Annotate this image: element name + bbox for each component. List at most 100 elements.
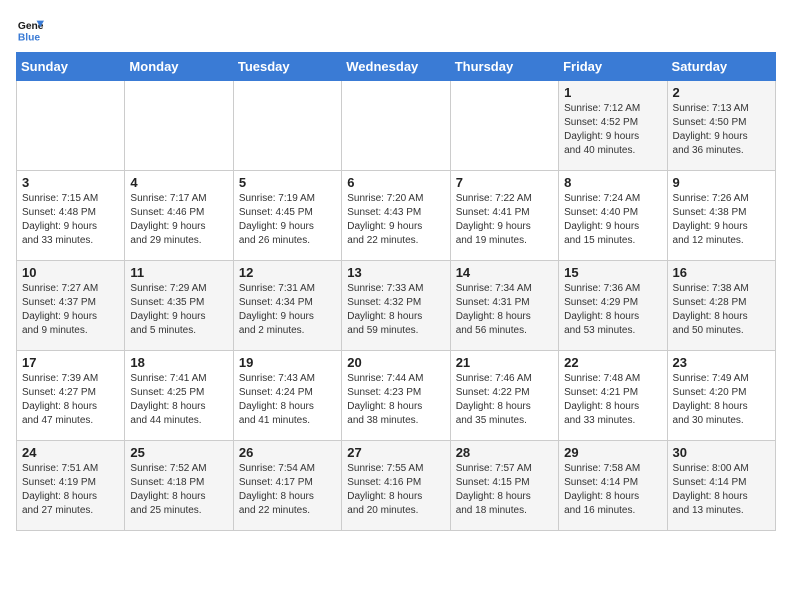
day-cell: 19 Sunrise: 7:43 AM Sunset: 4:24 PM Dayli…	[233, 351, 341, 441]
day-info: Sunrise: 7:34 AM Sunset: 4:31 PM Dayligh…	[456, 282, 553, 338]
day-cell: 27 Sunrise: 7:55 AM Sunset: 4:16 PM Dayli…	[342, 441, 450, 531]
day-info: Sunrise: 7:29 AM Sunset: 4:35 PM Dayligh…	[130, 282, 227, 338]
week-row-5: 24Sunrise: 7:51 AM Sunset: 4:19 PM Dayli…	[17, 441, 776, 531]
logo: General Blue	[16, 16, 48, 44]
calendar-table: SundayMondayTuesdayWednesdayThursdayFrid…	[16, 52, 776, 531]
day-info: Sunrise: 7:13 AM Sunset: 4:50 PM Dayligh…	[673, 102, 770, 158]
day-cell: 2 Sunrise: 7:13 AM Sunset: 4:50 PM Daylig…	[667, 81, 775, 171]
day-cell: 24Sunrise: 7:51 AM Sunset: 4:19 PM Dayli…	[17, 441, 125, 531]
day-cell: 4 Sunrise: 7:17 AM Sunset: 4:46 PM Daylig…	[125, 171, 233, 261]
day-number: 16	[673, 265, 770, 280]
day-cell: 20Sunrise: 7:44 AM Sunset: 4:23 PM Dayli…	[342, 351, 450, 441]
header-cell-monday: Monday	[125, 53, 233, 81]
day-number: 8	[564, 175, 661, 190]
day-info: Sunrise: 7:43 AM Sunset: 4:24 PM Dayligh…	[239, 372, 336, 428]
day-info: Sunrise: 7:12 AM Sunset: 4:52 PM Dayligh…	[564, 102, 661, 158]
day-info: Sunrise: 7:48 AM Sunset: 4:21 PM Dayligh…	[564, 372, 661, 428]
svg-text:Blue: Blue	[18, 32, 41, 43]
day-cell: 18 Sunrise: 7:41 AM Sunset: 4:25 PM Dayli…	[125, 351, 233, 441]
day-cell: 3 Sunrise: 7:15 AM Sunset: 4:48 PM Daylig…	[17, 171, 125, 261]
day-info: Sunrise: 7:41 AM Sunset: 4:25 PM Dayligh…	[130, 372, 227, 428]
day-cell: 23 Sunrise: 7:49 AM Sunset: 4:20 PM Dayli…	[667, 351, 775, 441]
day-cell	[450, 81, 558, 171]
day-number: 18	[130, 355, 227, 370]
day-number: 15	[564, 265, 661, 280]
day-number: 9	[673, 175, 770, 190]
day-info: Sunrise: 7:26 AM Sunset: 4:38 PM Dayligh…	[673, 192, 770, 248]
day-number: 25	[130, 445, 227, 460]
day-info: Sunrise: 7:54 AM Sunset: 4:17 PM Dayligh…	[239, 462, 336, 518]
header-cell-friday: Friday	[559, 53, 667, 81]
day-number: 22	[564, 355, 661, 370]
day-cell: 30Sunrise: 8:00 AM Sunset: 4:14 PM Dayli…	[667, 441, 775, 531]
day-cell: 22 Sunrise: 7:48 AM Sunset: 4:21 PM Dayli…	[559, 351, 667, 441]
day-cell: 29 Sunrise: 7:58 AM Sunset: 4:14 PM Dayli…	[559, 441, 667, 531]
day-cell: 13 Sunrise: 7:33 AM Sunset: 4:32 PM Dayli…	[342, 261, 450, 351]
day-info: Sunrise: 7:46 AM Sunset: 4:22 PM Dayligh…	[456, 372, 553, 428]
day-cell: 7Sunrise: 7:22 AM Sunset: 4:41 PM Daylig…	[450, 171, 558, 261]
day-number: 4	[130, 175, 227, 190]
day-cell: 28Sunrise: 7:57 AM Sunset: 4:15 PM Dayli…	[450, 441, 558, 531]
day-number: 14	[456, 265, 553, 280]
day-info: Sunrise: 7:31 AM Sunset: 4:34 PM Dayligh…	[239, 282, 336, 338]
day-cell: 21Sunrise: 7:46 AM Sunset: 4:22 PM Dayli…	[450, 351, 558, 441]
day-cell	[17, 81, 125, 171]
page-header: General Blue	[16, 16, 776, 44]
day-info: Sunrise: 7:57 AM Sunset: 4:15 PM Dayligh…	[456, 462, 553, 518]
day-number: 11	[130, 265, 227, 280]
header-cell-sunday: Sunday	[17, 53, 125, 81]
day-info: Sunrise: 7:15 AM Sunset: 4:48 PM Dayligh…	[22, 192, 119, 248]
day-number: 17	[22, 355, 119, 370]
day-cell: 5 Sunrise: 7:19 AM Sunset: 4:45 PM Daylig…	[233, 171, 341, 261]
day-info: Sunrise: 7:22 AM Sunset: 4:41 PM Dayligh…	[456, 192, 553, 248]
day-number: 23	[673, 355, 770, 370]
day-number: 27	[347, 445, 444, 460]
day-cell: 9 Sunrise: 7:26 AM Sunset: 4:38 PM Daylig…	[667, 171, 775, 261]
week-row-3: 10 Sunrise: 7:27 AM Sunset: 4:37 PM Dayli…	[17, 261, 776, 351]
day-info: Sunrise: 7:33 AM Sunset: 4:32 PM Dayligh…	[347, 282, 444, 338]
day-cell: 15Sunrise: 7:36 AM Sunset: 4:29 PM Dayli…	[559, 261, 667, 351]
day-cell	[233, 81, 341, 171]
day-info: Sunrise: 7:55 AM Sunset: 4:16 PM Dayligh…	[347, 462, 444, 518]
day-number: 1	[564, 85, 661, 100]
day-number: 12	[239, 265, 336, 280]
day-number: 13	[347, 265, 444, 280]
day-number: 10	[22, 265, 119, 280]
day-info: Sunrise: 7:58 AM Sunset: 4:14 PM Dayligh…	[564, 462, 661, 518]
day-cell: 11 Sunrise: 7:29 AM Sunset: 4:35 PM Dayli…	[125, 261, 233, 351]
day-info: Sunrise: 7:20 AM Sunset: 4:43 PM Dayligh…	[347, 192, 444, 248]
logo-icon: General Blue	[16, 16, 44, 44]
day-info: Sunrise: 7:38 AM Sunset: 4:28 PM Dayligh…	[673, 282, 770, 338]
day-info: Sunrise: 7:51 AM Sunset: 4:19 PM Dayligh…	[22, 462, 119, 518]
day-cell: 1 Sunrise: 7:12 AM Sunset: 4:52 PM Daylig…	[559, 81, 667, 171]
day-number: 30	[673, 445, 770, 460]
day-number: 2	[673, 85, 770, 100]
day-info: Sunrise: 7:17 AM Sunset: 4:46 PM Dayligh…	[130, 192, 227, 248]
day-info: Sunrise: 7:27 AM Sunset: 4:37 PM Dayligh…	[22, 282, 119, 338]
day-cell: 10 Sunrise: 7:27 AM Sunset: 4:37 PM Dayli…	[17, 261, 125, 351]
day-cell: 14 Sunrise: 7:34 AM Sunset: 4:31 PM Dayli…	[450, 261, 558, 351]
day-info: Sunrise: 7:19 AM Sunset: 4:45 PM Dayligh…	[239, 192, 336, 248]
day-cell: 17 Sunrise: 7:39 AM Sunset: 4:27 PM Dayli…	[17, 351, 125, 441]
header-cell-saturday: Saturday	[667, 53, 775, 81]
day-cell: 26 Sunrise: 7:54 AM Sunset: 4:17 PM Dayli…	[233, 441, 341, 531]
week-row-2: 3 Sunrise: 7:15 AM Sunset: 4:48 PM Daylig…	[17, 171, 776, 261]
day-info: Sunrise: 7:52 AM Sunset: 4:18 PM Dayligh…	[130, 462, 227, 518]
day-number: 19	[239, 355, 336, 370]
day-info: Sunrise: 7:49 AM Sunset: 4:20 PM Dayligh…	[673, 372, 770, 428]
day-number: 20	[347, 355, 444, 370]
day-info: Sunrise: 7:24 AM Sunset: 4:40 PM Dayligh…	[564, 192, 661, 248]
day-cell: 25 Sunrise: 7:52 AM Sunset: 4:18 PM Dayli…	[125, 441, 233, 531]
day-info: Sunrise: 7:39 AM Sunset: 4:27 PM Dayligh…	[22, 372, 119, 428]
day-number: 6	[347, 175, 444, 190]
header-cell-tuesday: Tuesday	[233, 53, 341, 81]
header-cell-thursday: Thursday	[450, 53, 558, 81]
day-number: 29	[564, 445, 661, 460]
day-number: 3	[22, 175, 119, 190]
header-row: SundayMondayTuesdayWednesdayThursdayFrid…	[17, 53, 776, 81]
day-number: 5	[239, 175, 336, 190]
calendar-header: SundayMondayTuesdayWednesdayThursdayFrid…	[17, 53, 776, 81]
day-cell: 8 Sunrise: 7:24 AM Sunset: 4:40 PM Daylig…	[559, 171, 667, 261]
day-cell: 16 Sunrise: 7:38 AM Sunset: 4:28 PM Dayli…	[667, 261, 775, 351]
day-number: 26	[239, 445, 336, 460]
